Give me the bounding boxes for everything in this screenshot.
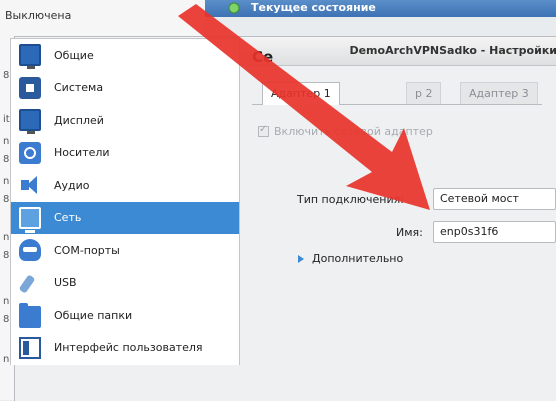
tab-label: р 2 <box>415 87 433 100</box>
connection-type-select[interactable]: Сетевой мост <box>433 188 556 210</box>
sidebar-item-storage[interactable]: Носители <box>11 137 239 170</box>
sidebar-item-system[interactable]: Система <box>11 72 239 105</box>
sidebar-item-display[interactable]: Дисплей <box>11 104 239 137</box>
connection-type-value: Сетевой мост <box>440 192 519 205</box>
sidebar-item-label: Дисплей <box>54 113 104 127</box>
enable-adapter-label: Включить сетевой адаптер <box>274 125 433 138</box>
system-icon <box>19 76 41 99</box>
sidebar-item-label: Носители <box>54 146 110 160</box>
details-section-header[interactable]: Текущее состояние <box>205 0 556 17</box>
tab-adapter-1[interactable]: Адаптер 1 <box>262 82 340 105</box>
usb-icon <box>19 272 41 294</box>
user-interface-icon <box>19 336 41 359</box>
storage-icon <box>19 141 41 164</box>
vm-list-fragment: n <box>3 232 10 243</box>
page-title: Се <box>252 48 274 66</box>
display-icon <box>19 109 41 135</box>
vm-list-fragment: 8 <box>3 194 10 205</box>
sidebar-item-usb[interactable]: USB <box>11 267 239 300</box>
vm-list-fragment: 8 <box>3 154 10 165</box>
sidebar-item-audio[interactable]: Аудио <box>11 169 239 202</box>
network-icon <box>19 206 41 233</box>
sidebar-item-user-interface[interactable]: Интерфейс пользователя <box>11 332 239 365</box>
vm-list-fragment: n <box>3 136 10 147</box>
advanced-label: Дополнительно <box>312 252 404 265</box>
settings-category-list: Общие Система Дисплей Носители Аудио Сет… <box>10 38 240 365</box>
vm-list-fragment: 8 <box>3 70 10 81</box>
serial-ports-icon <box>19 239 41 262</box>
vm-list-fragment: it <box>3 114 10 125</box>
sidebar-item-shared-folders[interactable]: Общие папки <box>11 299 239 332</box>
sidebar-item-label: Интерфейс пользователя <box>54 341 203 355</box>
connection-type-label: Тип подключения: <box>297 193 404 206</box>
sidebar-item-label: USB <box>54 276 77 290</box>
adapter-name-label: Имя: <box>396 226 423 239</box>
enable-adapter-checkbox[interactable] <box>258 124 269 137</box>
sidebar-item-label: Общие папки <box>54 308 133 322</box>
sidebar-item-label: Общие <box>54 48 94 62</box>
vm-status-text: Выключена <box>5 9 72 22</box>
tab-adapter-3[interactable]: Адаптер 3 <box>460 82 538 104</box>
details-section-title: Текущее состояние <box>251 1 376 14</box>
audio-icon <box>19 174 41 196</box>
sidebar-item-label: Сеть <box>54 211 82 225</box>
vm-list-fragment: 8 <box>3 314 10 325</box>
general-icon <box>19 44 41 70</box>
sidebar-item-label: Аудио <box>54 178 90 192</box>
state-icon <box>228 2 240 14</box>
vm-list-fragment: n <box>3 296 10 307</box>
sidebar-item-label: Система <box>54 81 104 95</box>
vm-list-fragment: 8 <box>3 250 10 261</box>
tab-adapter-2[interactable]: р 2 <box>406 82 442 104</box>
sidebar-item-serial-ports[interactable]: COM-порты <box>11 234 239 267</box>
vm-status-panel: Выключена <box>0 0 205 37</box>
shared-folders-icon <box>19 303 41 329</box>
adapter-name-value: enp0s31f6 <box>440 225 499 238</box>
adapter-name-select[interactable]: enp0s31f6 <box>433 221 556 243</box>
enable-adapter-row: Включить сетевой адаптер <box>258 124 433 138</box>
sidebar-item-network[interactable]: Сеть <box>11 201 239 234</box>
sidebar-item-general[interactable]: Общие <box>11 39 239 72</box>
tab-label: Адаптер 1 <box>271 87 331 100</box>
expand-arrow-icon <box>298 254 304 263</box>
vm-list-fragment: n <box>3 354 10 365</box>
vm-list-fragment: n <box>3 176 10 187</box>
advanced-expander[interactable]: Дополнительно <box>298 252 403 265</box>
dialog-title: DemoArchVPNSadko - Настройки <box>349 44 556 57</box>
adapter-tabs: Адаптер 1 р 2 Адаптер 3 <box>252 82 542 105</box>
tab-label: Адаптер 3 <box>469 87 529 100</box>
sidebar-item-label: COM-порты <box>54 243 120 257</box>
